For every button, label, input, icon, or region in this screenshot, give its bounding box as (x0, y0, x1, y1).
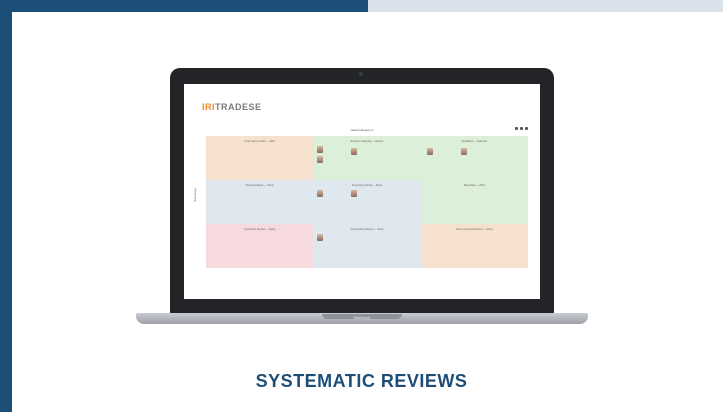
top-accent-bar-light (368, 0, 723, 12)
study-card[interactable] (317, 234, 324, 241)
grid-cell-6[interactable]: Systematic Review — Study (206, 224, 314, 268)
page-title: Head Category A (350, 128, 374, 132)
grid-cell-label: Comparative Review — Study (350, 228, 384, 231)
evidence-grid: Lorem Ipsum Dolor — 2024 Evidence Mappin… (206, 136, 528, 268)
grid-cell-label: Evidence Mapping — Review (350, 140, 384, 143)
laptop-screen-bezel: IRITRADESE Head Category A Methodology L… (170, 68, 554, 314)
grid-cell-label: Pooled Analysis — Study (245, 184, 274, 187)
study-card[interactable] (317, 190, 324, 197)
toolbar-icons (515, 127, 528, 130)
section-caption: SYSTEMATIC REVIEWS (255, 371, 468, 391)
study-card[interactable] (317, 146, 324, 153)
laptop-brand: MacBook (353, 315, 371, 320)
avatar (460, 148, 467, 155)
left-accent-bar (0, 0, 12, 412)
grid-cell-4[interactable]: Screening Criteria — Study (313, 180, 421, 224)
study-card[interactable] (460, 148, 467, 155)
study-card[interactable] (351, 190, 358, 197)
top-accent-bar-dark (0, 0, 368, 12)
grid-cell-5[interactable]: Meta Data — 2024 (420, 180, 528, 224)
app-logo-text: TRADESE (215, 102, 262, 112)
grid-cell-label: Meta Data — 2024 (463, 184, 485, 187)
grid-cell-7[interactable]: Comparative Review — Study (313, 224, 421, 268)
grid-icon[interactable] (515, 127, 518, 130)
grid-cell-1[interactable]: Evidence Mapping — Review (313, 136, 421, 180)
avatar (426, 148, 433, 155)
settings-icon[interactable] (525, 127, 528, 130)
grid-side-label: Methodology (194, 187, 197, 202)
avatar (351, 148, 358, 155)
avatar (317, 190, 324, 197)
laptop-screen: IRITRADESE Head Category A Methodology L… (184, 84, 540, 299)
avatar (317, 156, 324, 163)
grid-cell-2[interactable]: Qualitative — Data Set (420, 136, 528, 180)
list-icon[interactable] (520, 127, 523, 130)
grid-cell-0[interactable]: Lorem Ipsum Dolor — 2024 (206, 136, 314, 180)
grid-cell-label: Lorem Ipsum Dolor — 2024 (244, 140, 276, 143)
grid-cell-label: Screening Criteria — Study (351, 184, 383, 187)
app-logo-accent: IRI (202, 102, 216, 112)
grid-cell-label: Qualitative — Data Set (461, 140, 488, 143)
study-card[interactable] (351, 148, 358, 155)
app-logo: IRITRADESE (202, 102, 262, 112)
grid-cell-8[interactable]: Cross-Sectional Review — Study (420, 224, 528, 268)
grid-cell-label: Cross-Sectional Review — Study (455, 228, 493, 231)
grid-cell-3[interactable]: Pooled Analysis — Study (206, 180, 314, 224)
avatar (317, 234, 324, 241)
avatar (351, 190, 358, 197)
study-card[interactable] (426, 148, 433, 155)
grid-cell-label: Systematic Review — Study (243, 228, 276, 231)
study-card[interactable] (317, 156, 324, 163)
avatar (317, 146, 324, 153)
